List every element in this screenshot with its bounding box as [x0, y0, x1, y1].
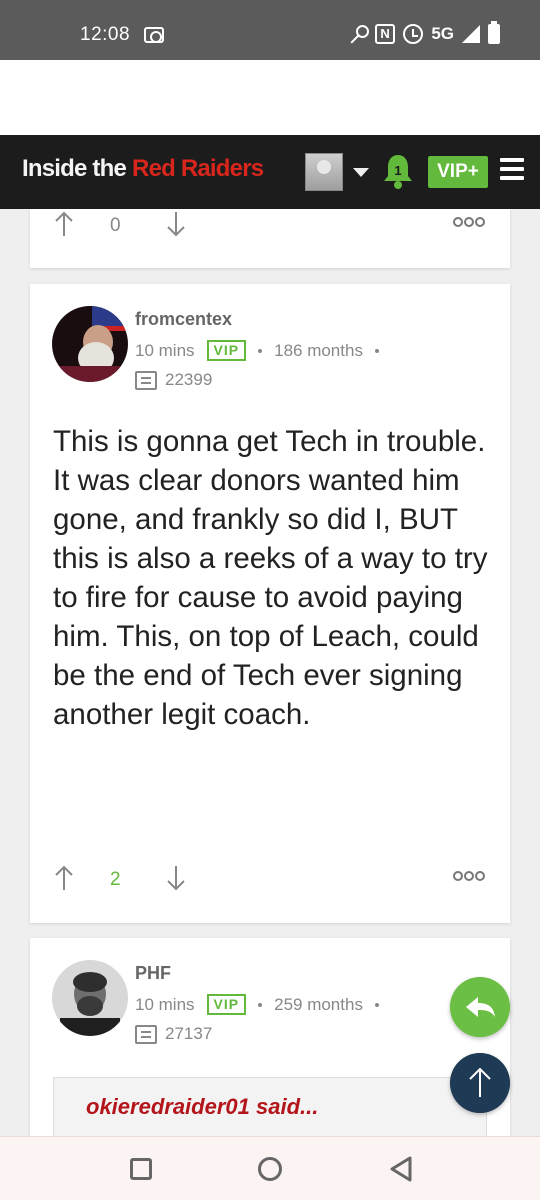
message-count-row: 22399 [135, 370, 212, 390]
previous-post-card: 0 [30, 209, 510, 268]
more-options-icon[interactable] [453, 217, 485, 231]
quote-author[interactable]: okieredraider01 said... [86, 1094, 318, 1120]
vip-badge: VIP [206, 340, 247, 361]
recent-apps-icon[interactable] [130, 1158, 152, 1180]
system-nav-bar [0, 1136, 540, 1200]
downvote-icon[interactable] [164, 863, 188, 893]
back-icon[interactable] [388, 1155, 414, 1183]
post-username[interactable]: fromcentex [135, 309, 232, 330]
vote-count: 2 [110, 869, 121, 890]
user-avatar[interactable] [52, 960, 128, 1036]
messages-icon [135, 1024, 157, 1044]
logo-text-accent: Red Raiders [132, 155, 264, 182]
post-card: fromcentex 10 mins VIP 186 months 22399 … [30, 284, 510, 923]
post-time: 10 mins [135, 340, 195, 360]
signal-icon [462, 25, 480, 43]
nfc-icon [375, 24, 396, 44]
downvote-icon[interactable] [164, 209, 188, 239]
screen-record-icon [144, 27, 164, 43]
scroll-top-button[interactable] [450, 1053, 510, 1113]
next-post-card: PHF 10 mins VIP 259 months 27137 okiered… [30, 938, 510, 1147]
reply-button[interactable] [450, 977, 510, 1037]
user-avatar[interactable] [52, 306, 128, 382]
battery-icon [488, 21, 500, 44]
status-bar: 12:08 5G [0, 0, 540, 60]
account-avatar-button[interactable] [305, 153, 343, 191]
more-options-icon[interactable] [453, 871, 485, 885]
post-meta: 10 mins VIP 259 months [135, 994, 391, 1015]
status-icons: 5G [347, 21, 500, 44]
home-icon[interactable] [258, 1157, 282, 1181]
message-count: 27137 [165, 1024, 213, 1043]
vip-plus-button[interactable]: VIP+ [428, 156, 488, 188]
site-header: Inside the Red Raiders 1 VIP+ [0, 135, 540, 209]
logo-text-primary: Inside the [22, 155, 127, 182]
site-logo[interactable]: Inside the Red Raiders [22, 155, 264, 183]
separator-dot [258, 1002, 263, 1007]
menu-icon[interactable] [500, 158, 524, 184]
message-count: 22399 [165, 370, 213, 389]
upvote-icon[interactable] [52, 209, 76, 239]
messages-icon [135, 370, 157, 390]
vote-count: 0 [110, 215, 121, 236]
chevron-down-icon[interactable] [353, 168, 369, 177]
vip-badge: VIP [206, 994, 247, 1015]
post-meta: 10 mins VIP 186 months [135, 340, 391, 361]
vote-row: 0 [30, 209, 510, 249]
status-time: 12:08 [80, 24, 131, 45]
upvote-icon[interactable] [52, 863, 76, 893]
separator-dot [374, 1002, 379, 1007]
separator-dot [258, 348, 263, 353]
post-username[interactable]: PHF [135, 963, 171, 984]
vote-row: 2 [30, 863, 510, 903]
page-top-space [0, 60, 540, 135]
membership-duration: 259 months [274, 994, 363, 1014]
post-time: 10 mins [135, 994, 195, 1014]
message-count-row: 27137 [135, 1024, 212, 1044]
separator-dot [374, 348, 379, 353]
notification-count: 1 [394, 163, 402, 178]
network-type: 5G [431, 24, 454, 43]
alarm-icon [403, 24, 424, 44]
membership-duration: 186 months [274, 340, 363, 360]
post-body: This is gonna get Tech in trouble. It wa… [53, 425, 488, 731]
key-icon [347, 24, 370, 44]
